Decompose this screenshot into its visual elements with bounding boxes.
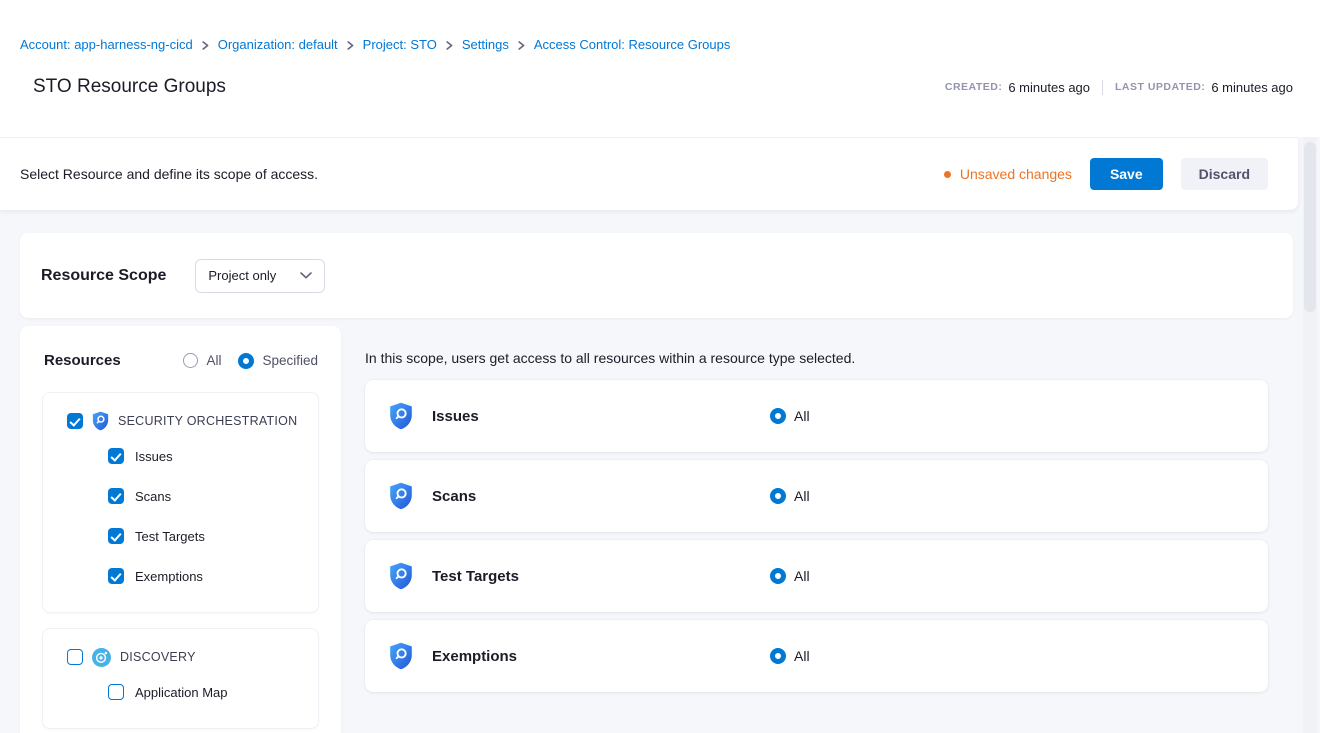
toolbar-actions: Unsaved changes Save Discard <box>944 158 1268 190</box>
tree-row-test-targets: Test Targets <box>43 516 318 556</box>
resource-card-exemptions: Exemptions All <box>365 620 1268 692</box>
resource-card-test-targets: Test Targets All <box>365 540 1268 612</box>
save-button[interactable]: Save <box>1090 158 1163 190</box>
radio-option-specified[interactable]: Specified <box>238 353 318 369</box>
access-option-all[interactable]: All <box>770 648 810 664</box>
last-updated-label: LAST UPDATED: <box>1115 81 1205 93</box>
resource-card-scans: Scans All <box>365 460 1268 532</box>
resources-heading: Resources <box>44 352 121 369</box>
tree-item-label: Exemptions <box>135 569 203 584</box>
chevron-down-icon <box>300 272 312 279</box>
breadcrumb-chevron-icon <box>347 41 354 50</box>
meta-divider <box>1102 80 1103 95</box>
resource-card-title: Test Targets <box>432 568 519 585</box>
resources-mode-radios: All Specified <box>183 353 318 369</box>
access-option-all[interactable]: All <box>770 408 810 424</box>
resource-group-discovery: DISCOVERY Application Map <box>42 628 319 729</box>
resource-cards: Issues All Scans All Test Targets <box>365 380 1268 692</box>
breadcrumb-chevron-icon <box>446 41 453 50</box>
scrollbar-thumb[interactable] <box>1304 142 1316 312</box>
radio-all-label: All <box>206 353 221 368</box>
access-option-label: All <box>794 408 810 424</box>
discard-button[interactable]: Discard <box>1181 158 1268 190</box>
radio-specified-label: Specified <box>262 353 318 368</box>
sto-shield-icon <box>389 482 413 510</box>
breadcrumb: Account: app-harness-ng-cicd Organizatio… <box>20 37 730 52</box>
breadcrumb-project-link[interactable]: Project: STO <box>363 37 437 52</box>
access-option-label: All <box>794 568 810 584</box>
breadcrumb-settings-link[interactable]: Settings <box>462 37 509 52</box>
radio-selected-icon[interactable] <box>770 568 786 584</box>
toolbar: Select Resource and define its scope of … <box>0 137 1298 210</box>
access-option-label: All <box>794 488 810 504</box>
header-meta: CREATED: 6 minutes ago LAST UPDATED: 6 m… <box>945 80 1293 95</box>
scope-main-area: In this scope, users get access to all r… <box>365 326 1268 700</box>
tree-item-label: Test Targets <box>135 529 205 544</box>
unsaved-changes-label: Unsaved changes <box>960 166 1072 182</box>
resource-scope-dropdown[interactable]: Project only <box>195 259 325 293</box>
sto-shield-icon <box>92 411 109 431</box>
resources-panel: Resources All Specified SECURITY ORCHEST… <box>20 326 341 733</box>
resource-card-title: Scans <box>432 488 476 505</box>
resource-card-title: Issues <box>432 408 479 425</box>
tree-row-exemptions: Exemptions <box>43 556 318 596</box>
created-label: CREATED: <box>945 81 1002 93</box>
page-title: STO Resource Groups <box>33 76 226 98</box>
page-header: Account: app-harness-ng-cicd Organizatio… <box>0 0 1320 137</box>
last-updated-value: 6 minutes ago <box>1211 80 1293 95</box>
radio-selected-icon[interactable] <box>770 648 786 664</box>
tree-item-label: Issues <box>135 449 173 464</box>
resource-group-security-orchestration: SECURITY ORCHESTRATION Issues Scans Test… <box>42 392 319 613</box>
radio-all-icon[interactable] <box>183 353 198 368</box>
unsaved-dot-icon <box>944 171 951 178</box>
scrollbar-track[interactable] <box>1303 137 1317 733</box>
radio-specified-icon[interactable] <box>238 353 254 369</box>
toolbar-description: Select Resource and define its scope of … <box>20 166 318 182</box>
created-value: 6 minutes ago <box>1008 80 1090 95</box>
checkbox-application-map[interactable] <box>108 684 124 700</box>
resources-panel-header: Resources All Specified <box>20 326 341 369</box>
resource-card-issues: Issues All <box>365 380 1268 452</box>
group-label: DISCOVERY <box>120 650 196 664</box>
radio-option-all[interactable]: All <box>183 353 221 368</box>
resource-scope-selected-value: Project only <box>208 268 276 283</box>
checkbox-issues[interactable] <box>108 448 124 464</box>
sto-shield-icon <box>389 562 413 590</box>
breadcrumb-chevron-icon <box>518 41 525 50</box>
radio-selected-icon[interactable] <box>770 408 786 424</box>
checkbox-scans[interactable] <box>108 488 124 504</box>
resource-scope-label: Resource Scope <box>41 267 166 285</box>
checkbox-security-orchestration[interactable] <box>67 413 83 429</box>
tree-row-application-map: Application Map <box>43 672 318 712</box>
radio-selected-icon[interactable] <box>770 488 786 504</box>
checkbox-exemptions[interactable] <box>108 568 124 584</box>
resource-scope-card: Resource Scope Project only <box>20 233 1293 318</box>
breadcrumb-organization-link[interactable]: Organization: default <box>218 37 338 52</box>
tree-item-label: Scans <box>135 489 171 504</box>
breadcrumb-account-link[interactable]: Account: app-harness-ng-cicd <box>20 37 193 52</box>
access-option-label: All <box>794 648 810 664</box>
breadcrumb-access-control-link[interactable]: Access Control: Resource Groups <box>534 37 731 52</box>
tree-item-label: Application Map <box>135 685 228 700</box>
access-option-all[interactable]: All <box>770 568 810 584</box>
checkbox-discovery[interactable] <box>67 649 83 665</box>
resource-card-title: Exemptions <box>432 648 517 665</box>
access-option-all[interactable]: All <box>770 488 810 504</box>
group-label: SECURITY ORCHESTRATION <box>118 414 297 428</box>
tree-row-discovery: DISCOVERY <box>43 642 318 672</box>
unsaved-changes-badge: Unsaved changes <box>944 166 1072 182</box>
discovery-icon <box>92 648 111 667</box>
breadcrumb-chevron-icon <box>202 41 209 50</box>
tree-row-issues: Issues <box>43 436 318 476</box>
tree-row-security-orchestration: SECURITY ORCHESTRATION <box>43 406 318 436</box>
scope-description: In this scope, users get access to all r… <box>365 350 1268 366</box>
tree-row-scans: Scans <box>43 476 318 516</box>
sto-shield-icon <box>389 642 413 670</box>
sto-shield-icon <box>389 402 413 430</box>
checkbox-test-targets[interactable] <box>108 528 124 544</box>
